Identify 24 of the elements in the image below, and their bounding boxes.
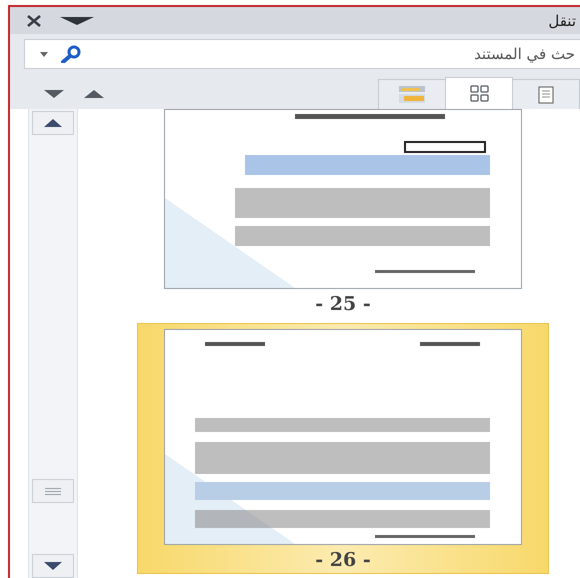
page-thumbnail[interactable]: - 26 -	[137, 323, 549, 574]
tab[interactable]	[445, 77, 513, 109]
tab[interactable]	[512, 79, 580, 109]
scrollbar[interactable]	[28, 109, 78, 578]
caret-icon[interactable]	[40, 52, 48, 56]
scroll-up-button[interactable]	[32, 111, 74, 135]
page-number: - 26 -	[315, 549, 371, 571]
scroll-thumb[interactable]	[32, 479, 74, 503]
caret-icon[interactable]	[60, 16, 94, 26]
search-icon[interactable]	[60, 45, 82, 63]
up-arrow-icon	[44, 119, 62, 127]
grip-icon	[45, 488, 61, 494]
down-arrow-icon	[44, 562, 62, 570]
up-arrow-icon[interactable]	[84, 90, 104, 98]
heading-bars-icon	[398, 85, 426, 104]
search-field[interactable]: حث في المستند	[24, 39, 580, 69]
page-number: - 25 -	[315, 293, 371, 315]
scroll-down-button[interactable]	[32, 554, 74, 578]
page-thumbnail[interactable]: - 25 -	[138, 109, 548, 315]
pane-title: تنقل	[548, 12, 577, 30]
grid-icon	[470, 85, 488, 102]
close-icon[interactable]	[26, 14, 42, 26]
page-icon	[538, 86, 554, 104]
down-arrow-icon[interactable]	[44, 90, 64, 98]
